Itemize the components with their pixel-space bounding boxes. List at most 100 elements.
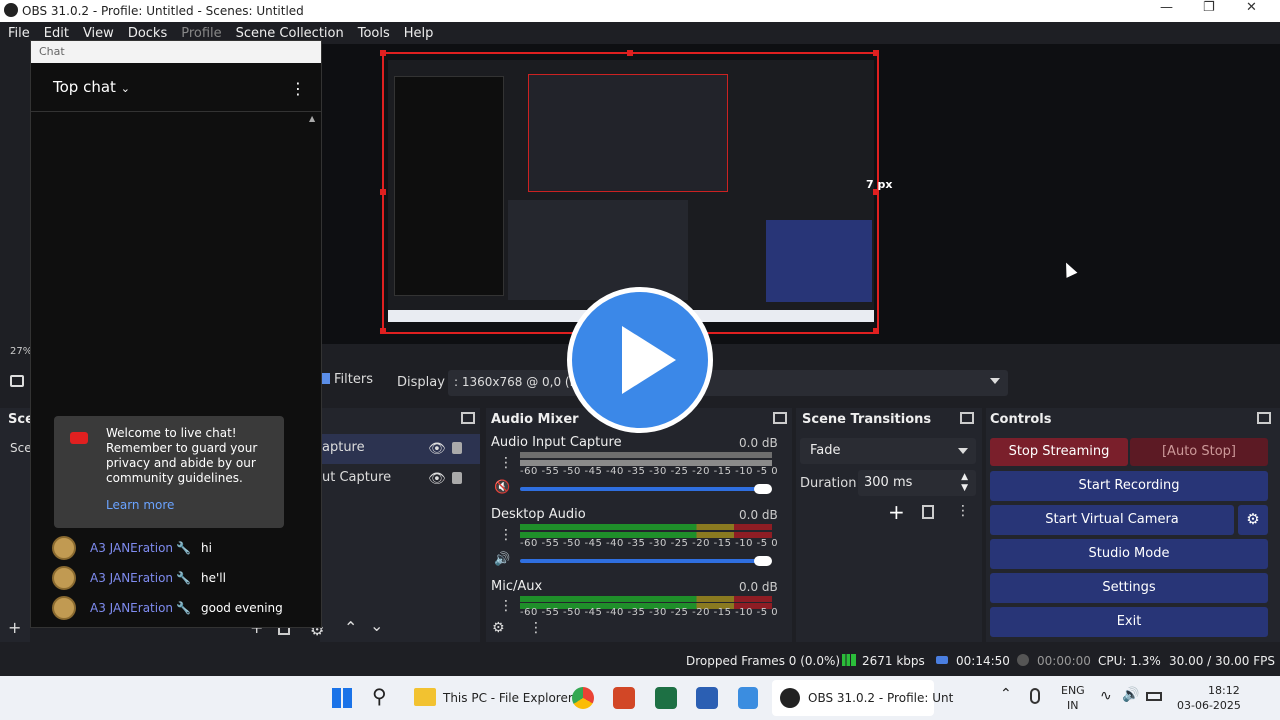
- menu-file[interactable]: File: [8, 26, 30, 41]
- welcome-text: Welcome to live chat! Remember to guard …: [106, 426, 258, 485]
- volume-slider-knob[interactable]: [754, 484, 772, 494]
- chat-author[interactable]: A3 JANEration: [90, 571, 173, 585]
- learn-more-link[interactable]: Learn more: [106, 498, 174, 512]
- speaker-icon[interactable]: 🔊: [494, 552, 510, 567]
- excel-icon[interactable]: [655, 687, 677, 709]
- studio-mode-button[interactable]: Studio Mode: [990, 539, 1268, 569]
- start-virtual-camera-button[interactable]: Start Virtual Camera: [990, 505, 1234, 535]
- wifi-icon[interactable]: ∿: [1100, 688, 1112, 704]
- display-select[interactable]: : 1360x768 @ 0,0 (Pri: [448, 370, 1008, 396]
- play-button[interactable]: [567, 287, 713, 433]
- settings-button[interactable]: Settings: [990, 573, 1268, 603]
- source-row[interactable]: apture 👁: [320, 434, 480, 464]
- maximize-button[interactable]: ❐: [1203, 0, 1215, 15]
- nested-mixer: [508, 200, 688, 300]
- powerpoint-icon[interactable]: [613, 687, 635, 709]
- file-explorer-label[interactable]: This PC - File Explorer: [443, 691, 573, 705]
- mixer-popout-icon[interactable]: [773, 412, 787, 424]
- mic-icon[interactable]: [1030, 688, 1040, 704]
- security-icon[interactable]: [738, 687, 758, 709]
- add-scene-icon[interactable]: +: [8, 618, 21, 637]
- windows-start-icon[interactable]: [332, 688, 352, 708]
- stepper-down-icon[interactable]: ▼: [961, 483, 968, 493]
- channel-db: 0.0 dB: [739, 580, 778, 594]
- duration-input[interactable]: 300 ms ▲ ▼: [858, 470, 976, 496]
- tray-chevron-icon[interactable]: ⌃: [1000, 686, 1012, 702]
- channel-menu-icon[interactable]: ⋮: [499, 455, 513, 471]
- stepper-up-icon[interactable]: ▲: [961, 472, 968, 482]
- chat-header[interactable]: Top chat ⌄: [53, 78, 130, 96]
- minimize-button[interactable]: —: [1160, 0, 1173, 15]
- resize-handle[interactable]: [380, 50, 386, 56]
- resize-handle[interactable]: [873, 328, 879, 334]
- word-icon[interactable]: [696, 687, 718, 709]
- gear-icon: ⚙: [1246, 510, 1260, 528]
- menu-docks[interactable]: Docks: [128, 26, 167, 41]
- resize-handle[interactable]: [380, 189, 386, 195]
- volume-icon[interactable]: 🔊: [1122, 687, 1139, 703]
- menu-scene-collection[interactable]: Scene Collection: [236, 26, 344, 41]
- close-button[interactable]: ✕: [1246, 0, 1257, 15]
- controls-popout-icon[interactable]: [1257, 412, 1271, 424]
- source-icon[interactable]: [10, 375, 24, 387]
- duration-label: Duration: [800, 476, 857, 491]
- chat-author[interactable]: A3 JANEration: [90, 541, 173, 555]
- start-recording-button[interactable]: Start Recording: [990, 471, 1268, 501]
- filters-button[interactable]: Filters: [320, 372, 373, 394]
- avatar[interactable]: [52, 596, 76, 620]
- clock-date[interactable]: 03-06-2025: [1177, 699, 1241, 712]
- youtube-icon: [70, 432, 88, 444]
- lock-icon[interactable]: [452, 442, 462, 454]
- menu-help[interactable]: Help: [404, 26, 434, 41]
- volume-slider[interactable]: [520, 487, 764, 491]
- channel-menu-icon[interactable]: ⋮: [499, 598, 513, 614]
- lang-top[interactable]: ENG: [1061, 684, 1085, 697]
- lang-bottom[interactable]: IN: [1067, 699, 1078, 712]
- auto-stop-button[interactable]: [Auto Stop]: [1130, 438, 1268, 466]
- mixer-menu-icon[interactable]: ⋮: [529, 620, 543, 636]
- menu-edit[interactable]: Edit: [44, 26, 69, 41]
- avatar[interactable]: [52, 536, 76, 560]
- battery-icon[interactable]: [1146, 692, 1162, 701]
- stop-streaming-button[interactable]: Stop Streaming: [990, 438, 1128, 466]
- channel-menu-icon[interactable]: ⋮: [499, 527, 513, 543]
- eye-icon[interactable]: 👁: [428, 441, 446, 457]
- chrome-icon[interactable]: [572, 687, 594, 709]
- volume-meter: [520, 596, 772, 602]
- chat-message: A3 JANEration 🔧 he'll: [52, 566, 226, 590]
- transition-select[interactable]: Fade: [800, 438, 976, 464]
- source-row[interactable]: ut Capture 👁: [320, 464, 480, 494]
- volume-slider-knob[interactable]: [754, 556, 772, 566]
- mute-icon[interactable]: 🔇: [494, 480, 510, 495]
- clock-time[interactable]: 18:12: [1208, 684, 1240, 697]
- eye-icon[interactable]: 👁: [428, 471, 446, 487]
- menu-view[interactable]: View: [83, 26, 114, 41]
- transition-menu-icon[interactable]: ⋮: [956, 503, 970, 519]
- chat-author[interactable]: A3 JANEration: [90, 601, 173, 615]
- mixer-settings-icon[interactable]: ⚙: [492, 620, 505, 636]
- lock-icon[interactable]: [452, 472, 462, 484]
- volume-slider[interactable]: [520, 559, 764, 563]
- sources-popout-icon[interactable]: [461, 412, 475, 424]
- resize-handle[interactable]: [873, 50, 879, 56]
- nested-screen: [388, 60, 874, 322]
- channel-db: 0.0 dB: [739, 436, 778, 450]
- menu-profile[interactable]: Profile: [181, 26, 221, 41]
- resize-handle[interactable]: [380, 328, 386, 334]
- avatar[interactable]: [52, 566, 76, 590]
- remove-transition-icon[interactable]: [922, 505, 934, 519]
- fps: 30.00 / 30.00 FPS: [1169, 654, 1275, 668]
- virtual-camera-settings-button[interactable]: ⚙: [1238, 505, 1268, 535]
- obs-task-label: OBS 31.0.2 - Profile: Unt: [808, 691, 954, 705]
- chat-menu-icon[interactable]: ⋮: [290, 79, 306, 98]
- move-down-icon[interactable]: ⌄: [370, 616, 383, 635]
- scroll-up-icon[interactable]: ▲: [309, 114, 315, 123]
- transitions-popout-icon[interactable]: [960, 412, 974, 424]
- menu-tools[interactable]: Tools: [358, 26, 390, 41]
- resize-handle[interactable]: [627, 50, 633, 56]
- add-transition-icon[interactable]: +: [888, 500, 905, 524]
- exit-button[interactable]: Exit: [990, 607, 1268, 637]
- file-explorer-icon[interactable]: [414, 688, 436, 706]
- search-icon[interactable]: ⚲: [372, 684, 387, 708]
- move-up-icon[interactable]: ⌃: [344, 618, 357, 637]
